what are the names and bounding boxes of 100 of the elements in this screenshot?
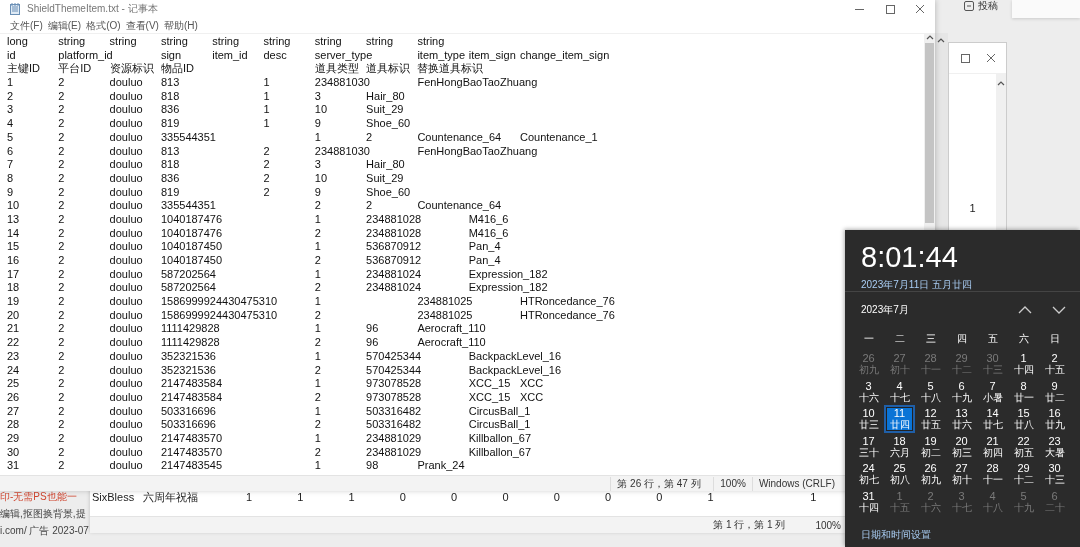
calendar-day[interactable]: 25 初八 <box>884 460 915 488</box>
ad-text: i.com/ 广告 2023-07 <box>0 524 89 538</box>
calendar-day[interactable]: 15 廿八 <box>1008 405 1039 433</box>
calendar-day[interactable]: 16 廿九 <box>1039 405 1070 433</box>
text-line: 15 2 douluo 1040187450 1 536870912 Pan_4 <box>7 240 501 254</box>
calendar-day[interactable]: 26 初九 <box>915 460 946 488</box>
calendar-day[interactable]: 14 廿七 <box>977 405 1008 433</box>
weekday-label: 三 <box>925 332 936 346</box>
menu-item[interactable]: 编辑(E) <box>46 18 83 33</box>
month-label: 2023年7月 <box>861 303 910 317</box>
calendar-day[interactable]: 8 廿一 <box>1008 377 1039 405</box>
text-line: 9 2 douluo 819 2 9 Shoe_60 <box>7 185 411 200</box>
text-line: 23 2 douluo 352321536 1 570425344 BackpackLevel_16 <box>7 349 562 364</box>
panel-background <box>1012 0 1080 18</box>
status-item: 100% <box>713 476 752 491</box>
calendar-day[interactable]: 28 十一 <box>977 460 1008 488</box>
calendar-day[interactable]: 2 十五 <box>1039 350 1070 378</box>
minimize-icon <box>855 8 865 10</box>
text-line: 8 2 douluo 836 2 10 Suit_29 <box>7 171 404 186</box>
previous-month-button[interactable] <box>1018 306 1032 314</box>
ad-text: 编辑,抠图换背景,提 <box>0 507 87 521</box>
calendar-day[interactable]: 31 十四 <box>853 487 884 515</box>
calendar-day[interactable]: 4 十七 <box>884 377 915 405</box>
calendar-day[interactable]: 5 十八 <box>915 377 946 405</box>
weekday-label: 四 <box>956 332 967 346</box>
settings-link[interactable]: 日期和时间设置 <box>861 529 931 540</box>
menu-item[interactable]: 查看(V) <box>124 18 160 33</box>
close-button[interactable] <box>986 53 996 63</box>
text-line: long string string string string string string string string <box>7 35 445 49</box>
text-line: 27 2 douluo 503316696 1 503316482 CircusBall_1 <box>7 404 531 419</box>
close-icon <box>986 53 996 63</box>
text-line: 18 2 douluo 587202564 2 234881024 Expression_182 <box>7 281 548 296</box>
status-item: 100% <box>815 519 841 531</box>
next-month-button[interactable] <box>1052 306 1066 314</box>
text-line: 1 2 douluo 813 1 234881030 FenHongBaoTaoZhuang <box>7 76 538 90</box>
calendar-day[interactable]: 30 十三 <box>1039 460 1070 488</box>
calendar-day[interactable]: 27 初十 <box>946 460 977 488</box>
text-line: SixBless 六周年祝福 1 1 1 0 0 0 0 0 0 1 1 <box>91 490 817 505</box>
scrollbar[interactable] <box>924 34 935 226</box>
notepad-icon <box>10 3 21 15</box>
text-line: 6 2 douluo 813 2 234881030 FenHongBaoTaoZhuang <box>7 144 538 159</box>
chevron-up-icon <box>1018 306 1032 314</box>
text-line: 13 2 douluo 1040187476 1 234881028 M416_6 <box>7 212 509 227</box>
calendar-day[interactable]: 20 初三 <box>946 432 977 460</box>
weekday-label: 一 <box>863 332 874 346</box>
text-line: 2 2 douluo 818 1 3 Hair_80 <box>7 89 405 104</box>
text-line: 19 2 douluo 1586999924430475310 1 234881025 HTRoncedance_76 <box>7 295 615 309</box>
text-line: 5 2 douluo 335544351 1 2 Countenance_64 Countenance_1 <box>7 130 598 145</box>
calendar-day[interactable]: 17 三十 <box>853 432 884 460</box>
text-line: 4 2 douluo 819 1 9 Shoe_60 <box>7 117 411 131</box>
clock-time: 8:01:44 <box>861 240 958 274</box>
calendar-day[interactable]: 10 廿三 <box>853 405 884 433</box>
window-title: ShieldThemeItem.txt - 记事本 <box>27 2 159 16</box>
status-item: Windows (CRLF) <box>751 476 841 491</box>
text-line: 3 2 douluo 836 1 10 Suit_29 <box>7 103 404 118</box>
text-line: 30 2 douluo 2147483570 2 234881029 Killballon_67 <box>7 445 532 460</box>
text-line: 26 2 douluo 2147483584 2 973078528 XCC_15 XCC <box>7 390 544 405</box>
maximize-icon <box>961 53 970 63</box>
menu-item[interactable]: 文件(F) <box>9 18 44 33</box>
calendar-day[interactable]: 7 小暑 <box>977 377 1008 405</box>
calendar-day[interactable]: 11 廿四 <box>884 405 915 433</box>
status-item: 第 1 行，第 1 列 <box>713 518 786 532</box>
close-icon <box>915 4 925 14</box>
date-link[interactable]: 2023年7月11日 五月廿四 <box>861 278 972 292</box>
calendar-day[interactable]: 13 廿六 <box>946 405 977 433</box>
calendar-day[interactable]: 12 廿五 <box>915 405 946 433</box>
calendar-day[interactable]: 29 十二 <box>1008 460 1039 488</box>
post-label[interactable]: 投稿 <box>978 0 998 13</box>
text-line: 29 2 douluo 2147483570 1 234881029 Killballon_67 <box>7 431 532 446</box>
status-item: 第 26 行，第 47 列 <box>610 476 714 491</box>
calendar-day[interactable]: 21 初四 <box>977 432 1008 460</box>
minus-square-icon <box>964 1 974 11</box>
calendar-day[interactable]: 9 廿二 <box>1039 377 1070 405</box>
maximize-icon <box>885 4 895 14</box>
menu-item[interactable]: 帮助(H) <box>162 18 199 33</box>
table-cell: 1 <box>969 202 976 216</box>
weekday-label: 五 <box>987 332 998 346</box>
calendar-day[interactable]: 3 十六 <box>853 377 884 405</box>
text-line: 24 2 douluo 352321536 2 570425344 BackpackLevel_16 <box>7 363 562 378</box>
calendar-day[interactable]: 24 初七 <box>853 460 884 488</box>
scroll-up-icon <box>997 80 1005 86</box>
calendar-day[interactable]: 19 初二 <box>915 432 946 460</box>
text-line: 20 2 douluo 1586999924430475310 2 234881025 HTRoncedance_76 <box>7 308 615 323</box>
calendar-day[interactable]: 1 十四 <box>1008 350 1039 378</box>
calendar-day[interactable]: 18 六月 <box>884 432 915 460</box>
text-line: 31 2 douluo 2147483545 1 98 Prank_24 <box>7 459 465 473</box>
weekday-label: 二 <box>894 332 905 346</box>
menu-item[interactable]: 格式(O) <box>85 18 122 33</box>
text-line: 25 2 douluo 2147483584 1 973078528 XCC_15 XCC <box>7 377 544 391</box>
calendar-day[interactable]: 22 初五 <box>1008 432 1039 460</box>
maximize-button[interactable] <box>961 53 970 63</box>
text-line: 17 2 douluo 587202564 1 234881024 Expression_182 <box>7 267 548 282</box>
text-line: 22 2 douluo 1111429828 2 96 Aerocraft_110 <box>7 336 486 350</box>
calendar-day[interactable]: 23 大暑 <box>1039 432 1070 460</box>
text-line: 7 2 douluo 818 2 3 Hair_80 <box>7 158 405 172</box>
text-line: 28 2 douluo 503316696 2 503316482 CircusBall_1 <box>7 418 531 432</box>
calendar-day[interactable]: 6 十九 <box>946 377 977 405</box>
ad-text: 印-无需PS也能一 <box>0 490 78 504</box>
weekday-label: 六 <box>1018 332 1029 346</box>
weekday-label: 日 <box>1049 332 1060 346</box>
